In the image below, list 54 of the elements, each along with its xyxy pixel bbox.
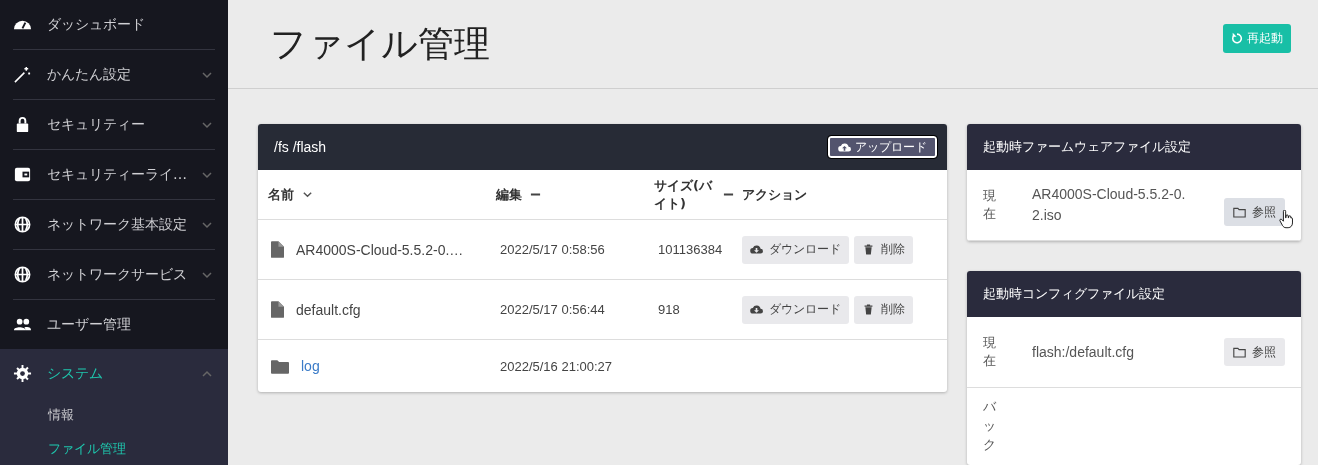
cloud-download-icon [750, 304, 763, 316]
delete-button[interactable]: 削除 [854, 295, 913, 324]
sidebar-item[interactable]: かんたん設定 [13, 50, 215, 100]
submenu-item[interactable]: 情報 [0, 398, 228, 432]
file-size: 101136384 [658, 242, 723, 258]
field-label: バック [983, 398, 996, 455]
column-header: アクション [742, 170, 947, 221]
file-size: 918 [658, 302, 680, 318]
folder-icon [1233, 346, 1246, 358]
magic-wand-icon [13, 65, 32, 84]
delete-button[interactable]: 削除 [854, 235, 913, 264]
sidebar-item[interactable]: ネットワークサービス [13, 250, 215, 300]
file-icon [271, 301, 284, 319]
file-name: AR4000S-Cloud-5.5.2-0.… [296, 241, 464, 258]
column-header[interactable]: 名前 [258, 170, 486, 221]
modified-date: 2022/5/16 21:00:27 [500, 358, 613, 374]
globe-icon [13, 265, 32, 284]
upload-button[interactable]: アップロード [828, 136, 937, 159]
restart-icon [1231, 32, 1243, 45]
sidebar-item[interactable]: システム [13, 349, 215, 398]
column-header[interactable]: 編集 [486, 170, 644, 221]
submenu-item[interactable]: ファイル管理 [0, 432, 228, 465]
sidebar-item[interactable]: ネットワーク基本設定 [13, 200, 215, 250]
cloud-download-icon [750, 244, 763, 256]
sidebar-item[interactable]: セキュリティー [13, 100, 215, 150]
file-icon [271, 241, 284, 259]
card-title: 起動時ファームウェアファイル設定 [983, 138, 1191, 157]
wallet-icon [13, 165, 32, 184]
folder-icon [1233, 206, 1246, 218]
download-button[interactable]: ダウンロード [742, 235, 849, 264]
file-name: default.cfg [296, 301, 361, 318]
globe-icon [13, 215, 32, 234]
modified-date: 2022/5/17 0:58:56 [500, 242, 605, 258]
page-title: ファイル管理 [270, 21, 490, 66]
sidebar-item[interactable]: ダッシュボード [13, 0, 215, 50]
trash-icon [862, 244, 875, 256]
download-button[interactable]: ダウンロード [742, 295, 849, 324]
field-label: 現在 [983, 186, 996, 224]
modified-date: 2022/5/17 0:56:44 [500, 302, 605, 318]
sidebar-item[interactable]: セキュリティーライ… [13, 150, 215, 200]
sidebar-item[interactable]: ユーザー管理 [13, 300, 215, 349]
field-value: flash:/default.cfg [1032, 342, 1135, 362]
trash-icon [862, 304, 875, 316]
hand-cursor-icon [1279, 210, 1293, 230]
folder-link[interactable]: log [301, 358, 320, 375]
path-label: /fs /flash [274, 139, 327, 156]
field-value: AR4000S-Cloud-5.5.2-0.2.iso [1032, 185, 1187, 226]
card-title: 起動時コンフィグファイル設定 [983, 285, 1165, 304]
folder-icon [271, 358, 289, 374]
field-label: 現在 [983, 333, 996, 371]
column-header[interactable]: サイズ(バイト) [644, 170, 742, 221]
cloud-upload-icon [838, 141, 851, 153]
browse-button[interactable]: 参照 [1224, 338, 1285, 367]
gear-icon [13, 364, 32, 383]
